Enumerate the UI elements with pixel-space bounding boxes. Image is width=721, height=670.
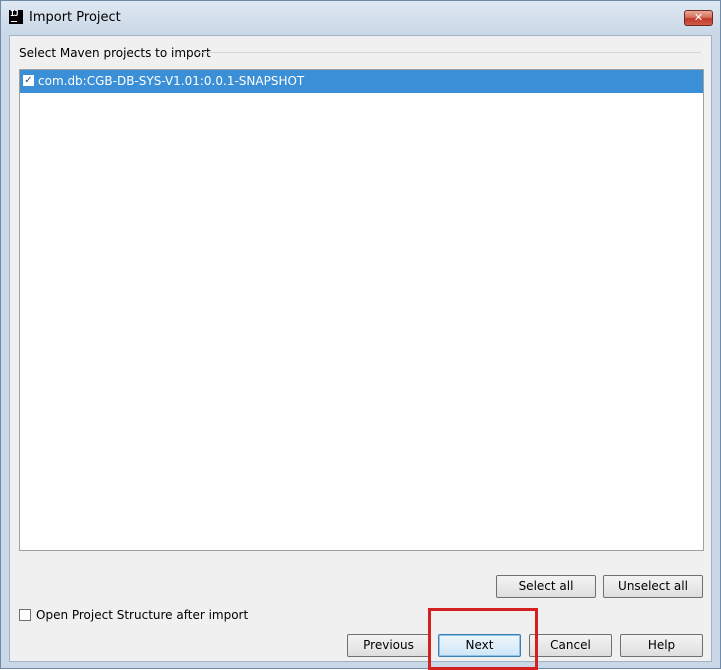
section-label: Select Maven projects to import <box>19 46 211 60</box>
app-icon-text: IJ <box>10 9 19 18</box>
close-button[interactable]: ✕ <box>684 10 713 26</box>
dialog-content: Select Maven projects to import ✓ com.db… <box>9 35 712 662</box>
cancel-button[interactable]: Cancel <box>529 634 612 657</box>
previous-button[interactable]: Previous <box>347 634 430 657</box>
title-bar[interactable]: IJ Import Project ✕ <box>1 1 720 35</box>
unselect-all-button[interactable]: Unselect all <box>603 575 703 598</box>
help-button[interactable]: Help <box>620 634 703 657</box>
window-title: Import Project <box>29 10 121 25</box>
close-icon: ✕ <box>693 11 704 24</box>
open-structure-label: Open Project Structure after import <box>36 608 249 622</box>
project-checkbox[interactable]: ✓ <box>23 75 34 86</box>
import-project-dialog: IJ Import Project ✕ Select Maven project… <box>0 0 721 670</box>
next-button[interactable]: Next <box>438 634 521 657</box>
open-structure-checkbox[interactable] <box>19 609 31 621</box>
intellij-app-icon: IJ <box>9 10 23 24</box>
list-item[interactable]: ✓ com.db:CGB-DB-SYS-V1.01:0.0.1-SNAPSHOT <box>20 70 703 93</box>
maven-project-list[interactable]: ✓ com.db:CGB-DB-SYS-V1.01:0.0.1-SNAPSHOT <box>19 69 704 551</box>
section-divider <box>196 52 701 53</box>
select-all-button[interactable]: Select all <box>496 575 596 598</box>
project-label: com.db:CGB-DB-SYS-V1.01:0.0.1-SNAPSHOT <box>38 74 305 88</box>
